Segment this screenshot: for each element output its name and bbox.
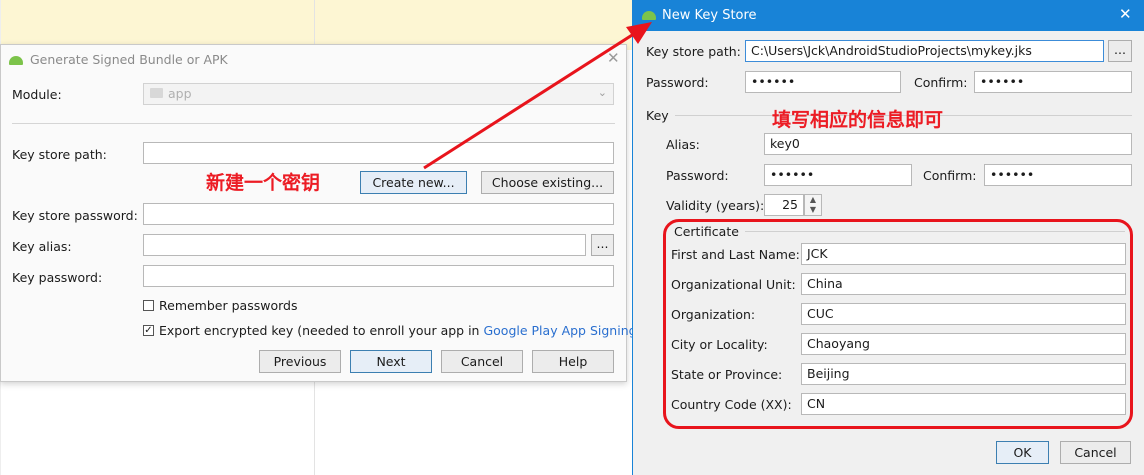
annotation-arrow: [423, 22, 652, 170]
fill-info-annotation: 填写相应的信息即可: [772, 109, 944, 131]
create-key-annotation: 新建一个密钥: [206, 172, 321, 194]
arrow-head: [626, 22, 652, 44]
arrow-shaft: [423, 28, 641, 170]
